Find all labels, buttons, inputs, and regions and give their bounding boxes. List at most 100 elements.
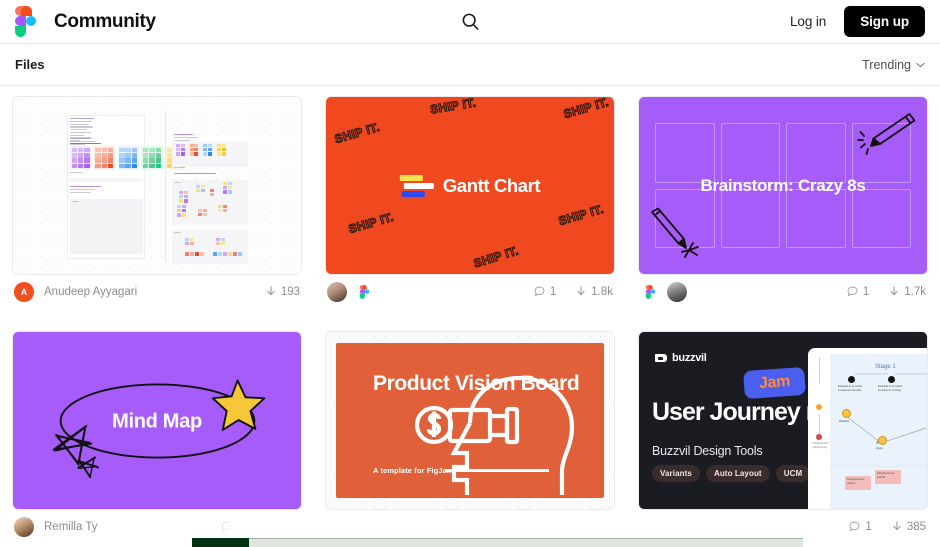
duplicate-count-value: 1.7k <box>904 285 926 298</box>
card-authors: Remilla Ty <box>14 516 97 537</box>
files-grid: A Anudeep Ayyagari 193 SHIP IT. SHIP IT.… <box>0 86 940 543</box>
card-stats: 1 1.7k <box>847 286 926 298</box>
canvas-swatch-row <box>176 144 226 156</box>
comment-bubble-icon <box>221 521 232 532</box>
comment-count: 1 <box>847 286 869 298</box>
signup-button[interactable]: Sign up <box>844 6 925 37</box>
file-thumbnail-product-vision-board[interactable]: Product Vision Board A template for FigJ… <box>325 331 615 510</box>
tag-ucm: UCM <box>775 465 811 482</box>
avatar-initial: A <box>20 286 28 297</box>
canvas-sticky-cluster <box>223 182 232 194</box>
buzzvil-logo-mark-icon <box>655 354 667 362</box>
author-name[interactable]: Anudeep Ayyagari <box>44 286 137 298</box>
yin-yang-mark-icon <box>334 521 343 532</box>
sort-dropdown[interactable]: Trending <box>862 58 925 72</box>
comment-count-value: 1 <box>549 285 557 298</box>
file-card[interactable]: Product Vision Board A template for FigJ… <box>325 331 615 543</box>
duplicate-count: 385 <box>892 521 926 533</box>
gantt-bars-icon <box>399 174 434 197</box>
comment-count-value: 1 <box>862 285 870 298</box>
avatar[interactable] <box>327 516 347 537</box>
canvas-text-block <box>70 186 101 194</box>
figma-logo-icon <box>645 284 655 299</box>
thumbnail-title: Mind Map <box>112 409 202 432</box>
search-icon[interactable] <box>457 9 483 35</box>
download-arrow-icon <box>580 521 588 531</box>
canvas-group-frame <box>172 230 248 264</box>
duplicate-count-value: 193 <box>280 285 300 298</box>
canvas-sticky-cluster <box>218 205 227 213</box>
card-authors <box>327 281 374 302</box>
canvas-text-block <box>174 173 216 176</box>
comment-count: 1 <box>534 286 556 298</box>
progress-bar-fill <box>192 538 249 547</box>
comment-count-value: 0 <box>236 520 244 533</box>
download-arrow-icon <box>890 286 898 296</box>
file-thumbnail-design-system[interactable] <box>12 96 302 275</box>
pencil-doodle-icon <box>651 207 699 258</box>
duplicate-count-value: 385 <box>906 520 926 533</box>
download-arrow-icon <box>893 521 901 531</box>
figma-canvas-dot-grid <box>13 97 301 274</box>
card-footer: A Anudeep Ayyagari 193 <box>12 275 302 308</box>
avatar-brand[interactable] <box>640 517 660 537</box>
canvas-placeholder-block <box>70 199 143 254</box>
comment-count-value: 0 <box>552 520 559 533</box>
duplicate-count: 1.8k <box>576 286 613 298</box>
author-name[interactable]: Saish Menon <box>357 521 424 533</box>
avatar[interactable] <box>14 516 34 537</box>
canvas-sticky-cluster <box>216 238 225 246</box>
brand-home-link[interactable]: Community <box>0 6 156 37</box>
file-thumbnail-mind-map[interactable]: Mind Map <box>12 331 302 510</box>
thumbnail-tags: Variants Auto Layout UCM <box>652 465 811 482</box>
file-card[interactable]: Brainstorm: Crazy 8s 1 1.7k <box>638 96 928 308</box>
file-card[interactable]: SHIP IT. SHIP IT. SHIP IT. SHIP IT. SHIP… <box>325 96 615 308</box>
avatar[interactable] <box>667 281 687 302</box>
nav-actions: Log in Sign up <box>790 6 940 37</box>
avatar[interactable] <box>667 516 687 537</box>
duplicate-count: 196 <box>579 521 613 533</box>
canvas-divider <box>165 111 166 263</box>
jam-badge: Jam <box>743 366 807 400</box>
tag-variants: Variants <box>652 465 700 482</box>
files-heading: Files <box>15 57 45 72</box>
duplicate-count: 1.7k <box>889 286 926 298</box>
file-card[interactable]: buzzvil Jam User Journey map Buzzvil Des… <box>638 331 928 543</box>
figma-logo-icon <box>15 6 37 37</box>
avatar-figma[interactable] <box>640 282 660 302</box>
canvas-sticky-cluster <box>179 191 188 203</box>
file-thumbnail-crazy-8s[interactable]: Brainstorm: Crazy 8s <box>638 96 928 275</box>
tag-auto-layout: Auto Layout <box>705 465 770 482</box>
card-stats: 193 <box>266 286 300 298</box>
canvas-text-block <box>70 172 82 175</box>
avatar[interactable]: A <box>14 281 34 302</box>
comment-bubble-icon <box>536 521 547 532</box>
author-name[interactable]: Remilla Ty <box>44 521 97 533</box>
card-footer: 1 1.8k <box>325 275 615 308</box>
card-authors <box>640 281 687 302</box>
duplicate-count-value: 196 <box>593 520 613 533</box>
sort-dropdown-label: Trending <box>862 57 911 72</box>
pvb-panel: Product Vision Board A template for FigJ… <box>336 343 604 498</box>
figma-logo-icon <box>359 284 369 299</box>
canvas-text-block <box>72 201 79 204</box>
file-card[interactable]: Mind Map Remilla Ty 0 2.3k <box>12 331 302 543</box>
thumbnail-subtitle: A template for FigJam <box>373 466 454 475</box>
download-arrow-icon <box>264 521 272 531</box>
file-thumbnail-gantt-chart[interactable]: SHIP IT. SHIP IT. SHIP IT. SHIP IT. SHIP… <box>325 96 615 275</box>
card-authors: Saish Menon <box>327 516 424 537</box>
card-footer: 1 1.7k <box>638 275 928 308</box>
vision-head-illustration-icon <box>414 375 575 495</box>
gantt-title-group: Gantt Chart <box>399 174 541 197</box>
progress-bar-gap-right <box>803 538 940 547</box>
file-card[interactable]: A Anudeep Ayyagari 193 <box>12 96 302 308</box>
comment-count: 0 <box>536 520 559 533</box>
login-link[interactable]: Log in <box>790 14 826 29</box>
comment-count-value: 1 <box>865 520 872 533</box>
canvas-sticky-cluster <box>196 185 205 193</box>
canvas-sticky-row <box>185 252 204 256</box>
card-stats: 1 385 <box>849 521 926 533</box>
avatar-figma[interactable] <box>354 282 374 302</box>
avatar[interactable] <box>327 281 347 302</box>
file-thumbnail-user-journey-map[interactable]: buzzvil Jam User Journey map Buzzvil Des… <box>638 331 928 510</box>
